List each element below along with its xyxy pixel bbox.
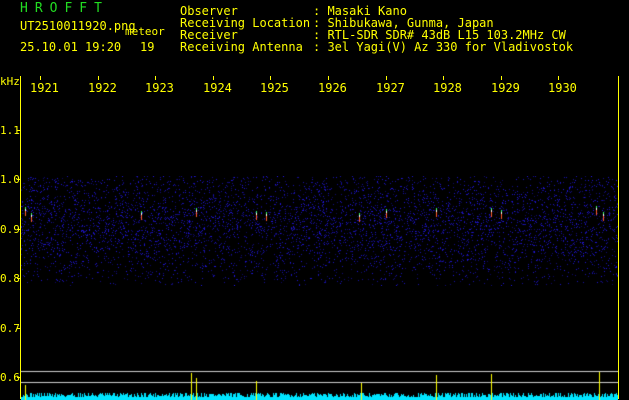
x-tick-label: 1922 (88, 81, 117, 95)
x-tick-mark (213, 76, 214, 80)
x-tick-label: 1927 (376, 81, 405, 95)
x-tick-mark (155, 76, 156, 80)
x-tick-mark (328, 76, 329, 80)
x-tick-mark (40, 76, 41, 80)
y-tick-mark (17, 130, 21, 131)
x-tick-label: 1930 (548, 81, 577, 95)
x-tick-label: 1921 (30, 81, 59, 95)
x-tick-label: 1928 (433, 81, 462, 95)
x-tick-mark (558, 76, 559, 80)
x-tick-label: 1926 (318, 81, 347, 95)
x-tick-label: 1929 (491, 81, 520, 95)
x-tick-label: 1924 (203, 81, 232, 95)
x-tick-mark (501, 76, 502, 80)
antenna-value: : 3el Yagi(V) Az 330 for Vladivostok (313, 40, 574, 54)
antenna-label: Receiving Antenna (180, 40, 303, 54)
x-tick-label: 1923 (145, 81, 174, 95)
meteor-label: meteor (125, 25, 165, 38)
x-tick-mark (443, 76, 444, 80)
x-tick-mark (270, 76, 271, 80)
app-logo: HROFFT (20, 1, 109, 16)
x-tick-mark (98, 76, 99, 80)
filename-label: UT2510011920.png (20, 19, 136, 33)
meteor-count: 19 (140, 40, 155, 54)
y-tick-mark (17, 328, 21, 329)
axis-unit-label: kHz (0, 75, 20, 88)
signal-level-meter (21, 365, 618, 400)
datetime-label: 25.10.01 19:20 (20, 40, 122, 54)
x-tick-label: 1925 (260, 81, 289, 95)
spectrogram-canvas (21, 176, 618, 286)
x-tick-mark (386, 76, 387, 80)
